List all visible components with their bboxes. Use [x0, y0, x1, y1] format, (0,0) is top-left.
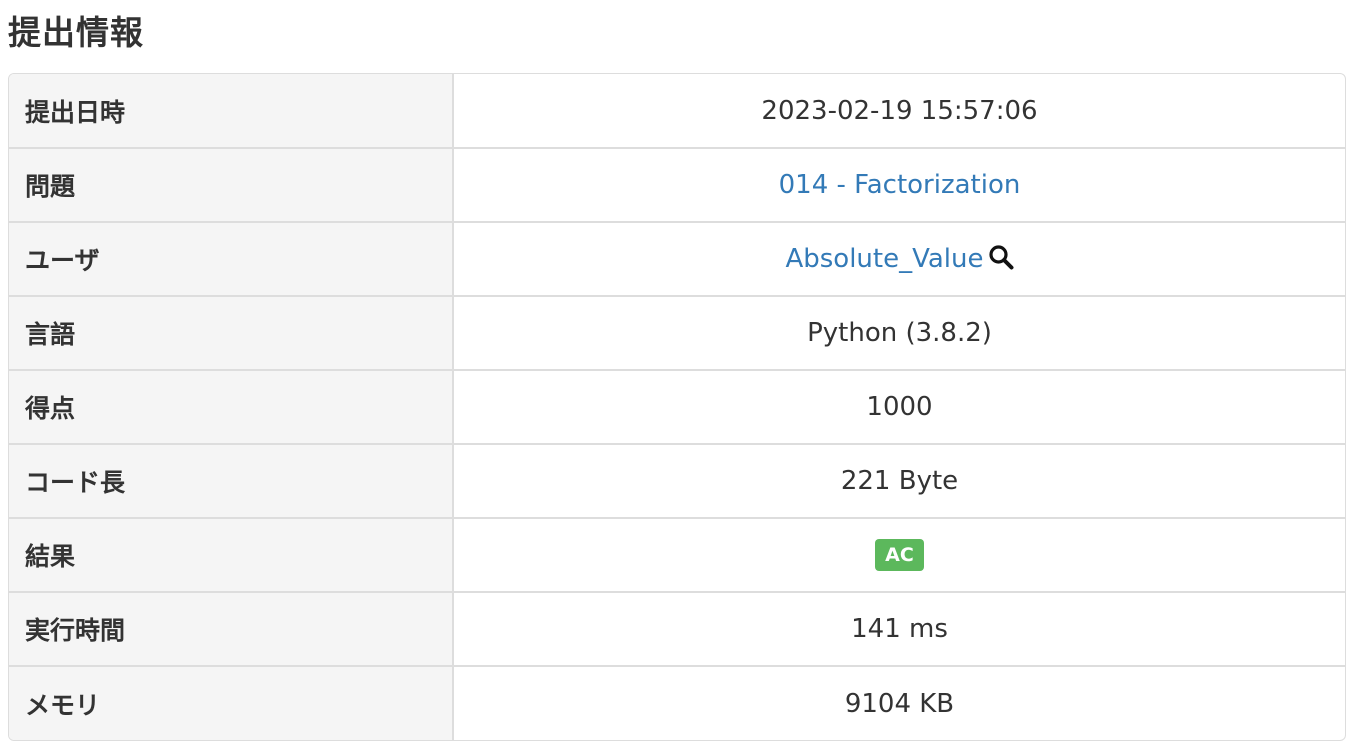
row-label: 提出日時 [9, 74, 454, 148]
score-value: 1000 [453, 369, 1345, 444]
user-link[interactable]: Absolute_Value [785, 244, 983, 274]
score-text: 1000 [866, 392, 933, 422]
table-row-user: ユーザ Absolute_Value [9, 221, 1345, 296]
row-label: ユーザ [9, 221, 454, 296]
memory-value: 9104 KB [453, 665, 1345, 740]
memory-text: 9104 KB [844, 688, 955, 719]
result-value: AC [453, 517, 1345, 592]
row-label: 言語 [9, 295, 454, 370]
row-label: 得点 [9, 369, 454, 444]
row-label: コード長 [9, 443, 454, 518]
submission-info-table: 提出日時 2023-02-19 15:57:06 問題 014 - Factor… [9, 74, 1345, 740]
table-row-code-size: コード長 221 Byte [9, 443, 1345, 518]
search-icon[interactable] [988, 244, 1014, 270]
table-row-memory: メモリ 9104 KB [9, 665, 1345, 740]
table-row-exec-time: 実行時間 141 ms [9, 591, 1345, 666]
table-row-language: 言語 Python (3.8.2) [9, 295, 1345, 370]
exec-time-value: 141 ms [453, 591, 1345, 666]
page-title: 提出情報 [8, 13, 144, 52]
row-label: 問題 [9, 147, 454, 222]
row-label: 実行時間 [9, 591, 454, 666]
table-row-result: 結果 AC [9, 517, 1345, 592]
user-search-link[interactable] [984, 244, 1014, 274]
user-value: Absolute_Value [453, 221, 1345, 296]
table-row-submission-time: 提出日時 2023-02-19 15:57:06 [9, 74, 1345, 148]
submission-info-panel: 提出日時 2023-02-19 15:57:06 問題 014 - Factor… [8, 73, 1346, 741]
submission-time-value: 2023-02-19 15:57:06 [453, 74, 1345, 148]
row-label: メモリ [9, 665, 454, 740]
code-size-text: 221 Byte [840, 466, 959, 496]
table-row-problem: 問題 014 - Factorization [9, 147, 1345, 222]
language-text: Python (3.8.2) [807, 318, 992, 348]
submission-time-text: 2023-02-19 15:57:06 [761, 95, 1038, 126]
problem-link[interactable]: 014 - Factorization [779, 170, 1021, 200]
exec-time-text: 141 ms [851, 614, 948, 644]
language-value: Python (3.8.2) [453, 295, 1345, 370]
status-badge: AC [875, 539, 924, 571]
row-label: 結果 [9, 517, 454, 592]
table-row-score: 得点 1000 [9, 369, 1345, 444]
problem-value: 014 - Factorization [453, 147, 1345, 222]
code-size-value: 221 Byte [453, 443, 1345, 518]
